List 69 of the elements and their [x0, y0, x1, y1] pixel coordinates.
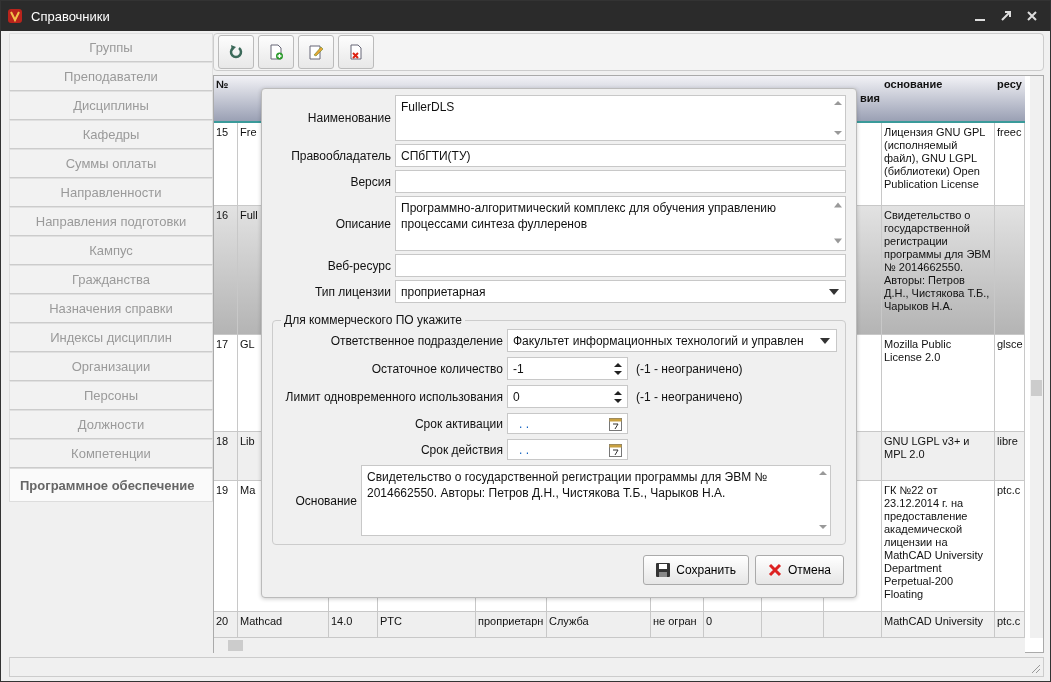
field-label: Описание: [334, 216, 391, 231]
table-cell: 0: [704, 612, 762, 638]
column-header[interactable]: №: [216, 78, 229, 90]
hint-text: (-1 - неограничено): [636, 389, 743, 404]
spin-box[interactable]: 0: [507, 385, 628, 408]
table-cell: Свидетельство о государственной регистрации программы для ЭВМ № 2014662550. Авторы: Петров Д.Н., Чистякова Т.Б., Чарыков Н.А.: [882, 206, 995, 335]
maximize-icon[interactable]: [1000, 10, 1012, 22]
dropdown[interactable]: проприетарная: [395, 280, 846, 303]
hint-text: (-1 - неограничено): [636, 361, 743, 376]
dropdown-arrow-icon: [820, 337, 830, 344]
cancel-button[interactable]: Отмена: [754, 555, 844, 585]
text-area[interactable]: Программно-алгоритмический комплекс для обучения управлению процессами синтеза фуллеренов: [395, 196, 846, 251]
save-button[interactable]: Сохранить: [643, 555, 749, 585]
scroll-arrows-icon: [818, 468, 828, 532]
scroll-arrows-icon: [833, 98, 843, 138]
table-cell: PTC: [378, 612, 476, 638]
dropdown-arrow-icon: [829, 288, 839, 295]
spin-arrows-icon: [614, 389, 622, 404]
dropdown[interactable]: Факультет информационных технологий и управлен: [507, 329, 837, 352]
add-button[interactable]: [258, 35, 294, 69]
close-icon: [767, 563, 782, 577]
field-label: Наименование: [306, 111, 391, 125]
table-cell: Mathcad: [238, 612, 329, 638]
sidebar-item[interactable]: Программное обеспечение: [9, 468, 213, 502]
refresh-icon: [228, 44, 244, 60]
spin-box[interactable]: -1: [507, 357, 628, 380]
field-label: Остаточное количество: [370, 361, 503, 376]
date-field[interactable]: . .: [507, 439, 628, 460]
column-header[interactable]: ресу: [997, 78, 1022, 90]
table-cell: Служба: [547, 612, 651, 638]
document-delete-icon: [348, 44, 364, 60]
field-label: Версия: [349, 174, 391, 189]
field-label: Ответственное подразделение: [329, 333, 503, 348]
text-area[interactable]: FullerDLS: [395, 95, 846, 141]
table-cell: [824, 612, 882, 638]
table-cell[interactable]: 20: [214, 612, 238, 638]
table-cell: не огран: [651, 612, 704, 638]
refresh-button[interactable]: [218, 35, 254, 69]
app-logo-icon: [7, 8, 23, 24]
field-label: Срок действия: [419, 442, 503, 457]
calendar-icon: [609, 442, 622, 457]
table-cell: MathCAD University: [882, 612, 995, 638]
table-cell: ptc.c: [995, 612, 1025, 638]
document-edit-icon: [308, 44, 324, 60]
calendar-icon: [609, 416, 622, 431]
delete-button[interactable]: [338, 35, 374, 69]
window-title: Справочники: [31, 8, 110, 24]
text-area[interactable]: Свидетельство о государственной регистрации программы для ЭВМ № 2014662550. Авторы: Петров Д.Н., Чистякова Т.Б., Чарыков Н.А.: [361, 465, 831, 536]
spin-arrows-icon: [614, 361, 622, 376]
vertical-scrollbar[interactable]: [1030, 76, 1043, 638]
horizontal-scrollbar[interactable]: [214, 638, 1025, 653]
table-cell: GNU LGPL v3+ и MPL 2.0: [882, 432, 995, 481]
table-cell: libre: [995, 432, 1025, 481]
table-cell: [762, 612, 824, 638]
field-label: Срок активации: [413, 416, 503, 431]
document-add-icon: [268, 44, 284, 60]
column-header[interactable]: основание: [884, 78, 943, 90]
table-cell[interactable]: 16: [214, 206, 238, 335]
date-field[interactable]: . .: [507, 413, 628, 434]
field-label: Веб-ресурс: [326, 258, 391, 273]
table-cell: 14.0: [329, 612, 378, 638]
edit-button[interactable]: [298, 35, 334, 69]
resize-grip-icon[interactable]: [1030, 663, 1041, 674]
table-cell: проприетарн: [476, 612, 547, 638]
table-cell[interactable]: 18: [214, 432, 238, 481]
close-icon[interactable]: [1026, 10, 1038, 22]
input-field[interactable]: [395, 170, 846, 193]
input-field[interactable]: [395, 254, 846, 277]
input-field[interactable]: СПбГТИ(ТУ): [395, 144, 846, 167]
